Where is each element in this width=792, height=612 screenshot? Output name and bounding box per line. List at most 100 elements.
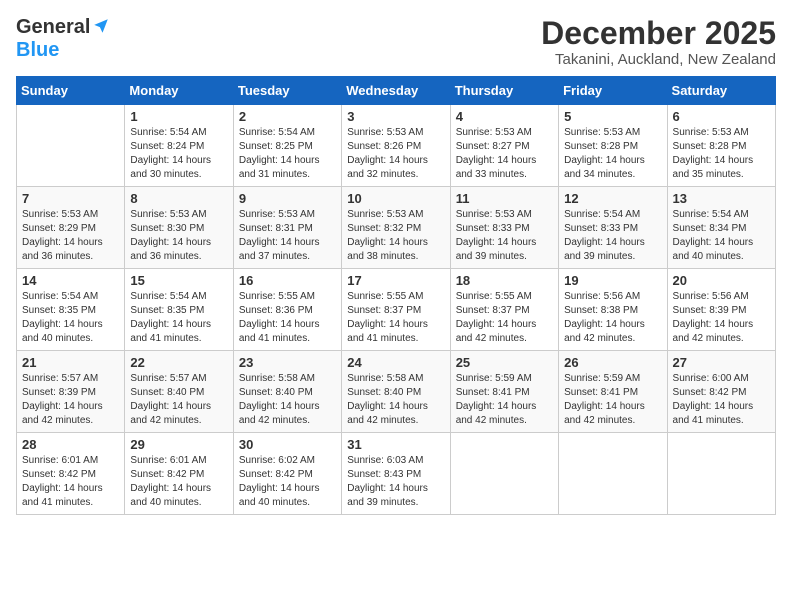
week-row-4: 21Sunrise: 5:57 AM Sunset: 8:39 PM Dayli…: [17, 351, 776, 433]
day-header-saturday: Saturday: [667, 77, 775, 105]
calendar-cell: [450, 433, 558, 515]
day-info: Sunrise: 5:54 AM Sunset: 8:33 PM Dayligh…: [564, 208, 661, 264]
day-info: Sunrise: 5:59 AM Sunset: 8:41 PM Dayligh…: [456, 372, 553, 428]
calendar-cell: 5Sunrise: 5:53 AM Sunset: 8:28 PM Daylig…: [559, 105, 667, 187]
calendar-cell: 30Sunrise: 6:02 AM Sunset: 8:42 PM Dayli…: [233, 433, 341, 515]
day-info: Sunrise: 5:53 AM Sunset: 8:29 PM Dayligh…: [22, 208, 119, 264]
calendar-cell: 4Sunrise: 5:53 AM Sunset: 8:27 PM Daylig…: [450, 105, 558, 187]
day-number: 28: [22, 437, 119, 452]
day-number: 19: [564, 273, 661, 288]
calendar-cell: [667, 433, 775, 515]
day-header-tuesday: Tuesday: [233, 77, 341, 105]
day-info: Sunrise: 5:59 AM Sunset: 8:41 PM Dayligh…: [564, 372, 661, 428]
calendar-cell: 10 Sunrise: 5:53 AM Sunset: 8:32 PM Dayli…: [342, 187, 450, 269]
day-info: Sunrise: 5:54 AM Sunset: 8:34 PM Dayligh…: [673, 208, 770, 264]
calendar-cell: 22Sunrise: 5:57 AM Sunset: 8:40 PM Dayli…: [125, 351, 233, 433]
calendar-cell: 23 Sunrise: 5:58 AM Sunset: 8:40 PM Dayli…: [233, 351, 341, 433]
calendar-cell: 2 Sunrise: 5:54 AM Sunset: 8:25 PM Daylig…: [233, 105, 341, 187]
day-info: Sunrise: 5:55 AM Sunset: 8:37 PM Dayligh…: [347, 290, 444, 346]
day-info: Sunrise: 6:00 AM Sunset: 8:42 PM Dayligh…: [673, 372, 770, 428]
day-number: 31: [347, 437, 444, 452]
logo-bird-icon: [92, 17, 110, 35]
day-info: Sunrise: 5:53 AM Sunset: 8:27 PM Dayligh…: [456, 126, 553, 182]
day-number: 29: [130, 437, 227, 452]
day-number: 9: [239, 191, 336, 206]
week-row-5: 28 Sunrise: 6:01 AM Sunset: 8:42 PM Dayli…: [17, 433, 776, 515]
calendar-cell: 14Sunrise: 5:54 AM Sunset: 8:35 PM Dayli…: [17, 269, 125, 351]
calendar-cell: 13 Sunrise: 5:54 AM Sunset: 8:34 PM Dayli…: [667, 187, 775, 269]
calendar-cell: 24 Sunrise: 5:58 AM Sunset: 8:40 PM Dayli…: [342, 351, 450, 433]
week-row-3: 14Sunrise: 5:54 AM Sunset: 8:35 PM Dayli…: [17, 269, 776, 351]
day-number: 2: [239, 109, 336, 124]
day-info: Sunrise: 6:01 AM Sunset: 8:42 PM Dayligh…: [130, 454, 227, 510]
calendar-cell: 17 Sunrise: 5:55 AM Sunset: 8:37 PM Dayli…: [342, 269, 450, 351]
calendar-cell: 19 Sunrise: 5:56 AM Sunset: 8:38 PM Dayli…: [559, 269, 667, 351]
calendar-cell: [17, 105, 125, 187]
day-header-thursday: Thursday: [450, 77, 558, 105]
calendar-cell: 1 Sunrise: 5:54 AM Sunset: 8:24 PM Daylig…: [125, 105, 233, 187]
day-info: Sunrise: 5:54 AM Sunset: 8:24 PM Dayligh…: [130, 126, 227, 182]
day-header-friday: Friday: [559, 77, 667, 105]
calendar-cell: 9 Sunrise: 5:53 AM Sunset: 8:31 PM Daylig…: [233, 187, 341, 269]
calendar-cell: 7 Sunrise: 5:53 AM Sunset: 8:29 PM Daylig…: [17, 187, 125, 269]
day-info: Sunrise: 5:56 AM Sunset: 8:39 PM Dayligh…: [673, 290, 770, 346]
day-info: Sunrise: 5:55 AM Sunset: 8:37 PM Dayligh…: [456, 290, 553, 346]
title-block: December 2025 Takanini, Auckland, New Ze…: [541, 16, 776, 68]
day-number: 7: [22, 191, 119, 206]
day-info: Sunrise: 5:54 AM Sunset: 8:25 PM Dayligh…: [239, 126, 336, 182]
day-number: 21: [22, 355, 119, 370]
day-number: 1: [130, 109, 227, 124]
day-number: 5: [564, 109, 661, 124]
day-info: Sunrise: 5:53 AM Sunset: 8:32 PM Dayligh…: [347, 208, 444, 264]
calendar-cell: 12 Sunrise: 5:54 AM Sunset: 8:33 PM Dayli…: [559, 187, 667, 269]
day-number: 23: [239, 355, 336, 370]
day-info: Sunrise: 5:53 AM Sunset: 8:28 PM Dayligh…: [673, 126, 770, 182]
month-title: December 2025: [541, 16, 776, 51]
calendar-cell: 6 Sunrise: 5:53 AM Sunset: 8:28 PM Daylig…: [667, 105, 775, 187]
calendar-cell: [559, 433, 667, 515]
day-number: 13: [673, 191, 770, 206]
calendar-cell: 31 Sunrise: 6:03 AM Sunset: 8:43 PM Dayli…: [342, 433, 450, 515]
calendar-cell: 21Sunrise: 5:57 AM Sunset: 8:39 PM Dayli…: [17, 351, 125, 433]
day-number: 24: [347, 355, 444, 370]
calendar-cell: 27 Sunrise: 6:00 AM Sunset: 8:42 PM Dayli…: [667, 351, 775, 433]
day-header-wednesday: Wednesday: [342, 77, 450, 105]
day-info: Sunrise: 5:54 AM Sunset: 8:35 PM Dayligh…: [130, 290, 227, 346]
week-row-1: 1 Sunrise: 5:54 AM Sunset: 8:24 PM Daylig…: [17, 105, 776, 187]
calendar-cell: 8 Sunrise: 5:53 AM Sunset: 8:30 PM Daylig…: [125, 187, 233, 269]
calendar-cell: 3Sunrise: 5:53 AM Sunset: 8:26 PM Daylig…: [342, 105, 450, 187]
page-header: General Blue December 2025 Takanini, Auc…: [16, 16, 776, 68]
day-info: Sunrise: 5:56 AM Sunset: 8:38 PM Dayligh…: [564, 290, 661, 346]
calendar-table: SundayMondayTuesdayWednesdayThursdayFrid…: [16, 76, 776, 515]
calendar-cell: 11Sunrise: 5:53 AM Sunset: 8:33 PM Dayli…: [450, 187, 558, 269]
day-number: 26: [564, 355, 661, 370]
day-number: 10: [347, 191, 444, 206]
day-number: 27: [673, 355, 770, 370]
day-number: 25: [456, 355, 553, 370]
calendar-cell: 29 Sunrise: 6:01 AM Sunset: 8:42 PM Dayli…: [125, 433, 233, 515]
day-info: Sunrise: 5:58 AM Sunset: 8:40 PM Dayligh…: [239, 372, 336, 428]
calendar-cell: 25 Sunrise: 5:59 AM Sunset: 8:41 PM Dayli…: [450, 351, 558, 433]
calendar-cell: 20Sunrise: 5:56 AM Sunset: 8:39 PM Dayli…: [667, 269, 775, 351]
calendar-cell: 28Sunrise: 6:01 AM Sunset: 8:42 PM Dayli…: [17, 433, 125, 515]
day-number: 12: [564, 191, 661, 206]
logo-general: General: [16, 16, 90, 39]
day-info: Sunrise: 5:55 AM Sunset: 8:36 PM Dayligh…: [239, 290, 336, 346]
day-info: Sunrise: 5:53 AM Sunset: 8:30 PM Dayligh…: [130, 208, 227, 264]
day-info: Sunrise: 6:03 AM Sunset: 8:43 PM Dayligh…: [347, 454, 444, 510]
location: Takanini, Auckland, New Zealand: [541, 51, 776, 68]
day-number: 3: [347, 109, 444, 124]
day-info: Sunrise: 5:53 AM Sunset: 8:31 PM Dayligh…: [239, 208, 336, 264]
day-info: Sunrise: 5:58 AM Sunset: 8:40 PM Dayligh…: [347, 372, 444, 428]
week-row-2: 7 Sunrise: 5:53 AM Sunset: 8:29 PM Daylig…: [17, 187, 776, 269]
day-number: 17: [347, 273, 444, 288]
day-number: 11: [456, 191, 553, 206]
day-number: 8: [130, 191, 227, 206]
day-header-monday: Monday: [125, 77, 233, 105]
day-info: Sunrise: 5:57 AM Sunset: 8:40 PM Dayligh…: [130, 372, 227, 428]
calendar-cell: 18Sunrise: 5:55 AM Sunset: 8:37 PM Dayli…: [450, 269, 558, 351]
calendar-cell: 26 Sunrise: 5:59 AM Sunset: 8:41 PM Dayli…: [559, 351, 667, 433]
day-number: 6: [673, 109, 770, 124]
logo: General Blue: [16, 16, 110, 62]
day-header-sunday: Sunday: [17, 77, 125, 105]
